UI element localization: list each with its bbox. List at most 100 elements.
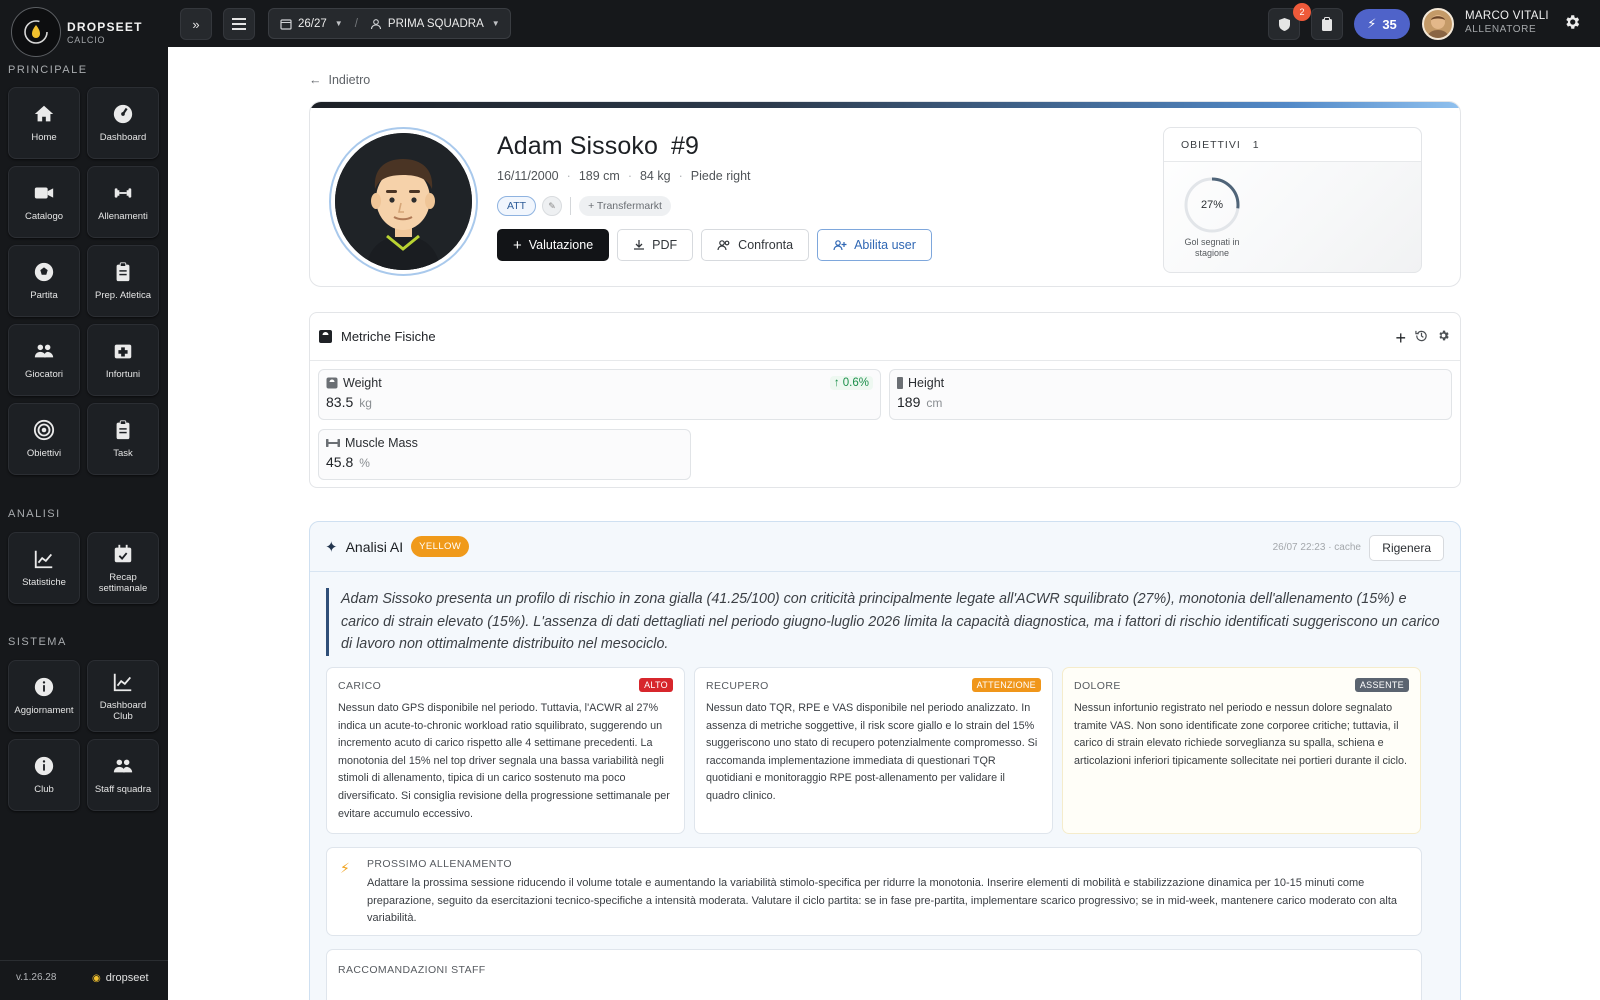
dumbbell-icon — [114, 188, 132, 198]
sidebar-item-giocatori[interactable]: Giocatori — [8, 324, 80, 396]
dashboard-icon — [113, 104, 133, 124]
sidebar-item-prep-atletica[interactable]: Prep. Atletica — [87, 245, 159, 317]
metric-muscle-mass[interactable]: Muscle Mass 45.8% — [318, 429, 691, 480]
expand-sidebar-button[interactable]: » — [180, 8, 212, 40]
sidebar-item-dashboard[interactable]: Dashboard — [87, 87, 159, 159]
profile-accent-bar — [310, 102, 1460, 108]
next-training-title: PROSSIMO ALLENAMENTO — [367, 858, 512, 870]
history-icon[interactable] — [1415, 329, 1428, 347]
confronta-button[interactable]: Confronta — [701, 229, 810, 261]
sidebar-item-infortuni[interactable]: Infortuni — [87, 324, 159, 396]
sidebar-item-label: Partita — [30, 290, 58, 301]
pdf-button[interactable]: PDF — [617, 229, 694, 261]
confronta-label: Confronta — [738, 238, 794, 252]
calendar-check-icon — [114, 544, 132, 562]
download-icon — [634, 240, 645, 250]
abilita-user-button[interactable]: Abilita user — [817, 229, 932, 261]
home-icon — [34, 105, 54, 122]
sidebar-item-recap-settimanale[interactable]: Recap settimanale — [87, 532, 159, 604]
player-actions: + Valutazione PDF Confronta Abilita user — [497, 229, 932, 261]
sidebar-item-statistiche[interactable]: Statistiche — [8, 532, 80, 604]
section-title-principale: PRINCIPALE — [8, 64, 88, 76]
chevron-down-icon: ▼ — [491, 19, 500, 28]
nav-group-sistema: Aggiornament Dashboard Club Club Staff s… — [8, 660, 159, 811]
valutazione-button[interactable]: + Valutazione — [497, 229, 610, 261]
metric-unit: cm — [926, 396, 943, 410]
sparkle-icon: ✦ — [325, 538, 338, 556]
metric-delta-value: 0.6% — [842, 377, 869, 389]
credits-count: 35 — [1382, 16, 1397, 32]
users-icon — [717, 240, 730, 251]
ai-box-text: Nessun dato GPS disponibile nel periodo.… — [338, 702, 670, 820]
metric-delta: ↑ 0.6% — [829, 376, 873, 390]
sidebar-item-task[interactable]: Task — [87, 403, 159, 475]
player-height: 189 cm — [578, 169, 620, 183]
menu-button[interactable] — [223, 8, 255, 40]
season-label: 26/27 — [298, 17, 327, 30]
staff-recommendations-box: RACCOMANDAZIONI STAFF — [326, 949, 1422, 1000]
sidebar-item-label: Statistiche — [22, 577, 66, 588]
info-icon — [34, 677, 54, 697]
objectives-card[interactable]: OBIETTIVI 1 27% Gol segnati in stagione — [1163, 127, 1422, 273]
metric-height[interactable]: Height 189 cm — [889, 369, 1452, 420]
metrics-actions: + — [1395, 329, 1450, 347]
sidebar-item-aggiornamenti[interactable]: Aggiornament — [8, 660, 80, 732]
medkit-icon — [114, 344, 132, 359]
sidebar-item-catalogo[interactable]: Catalogo — [8, 166, 80, 238]
ai-box-text: Nessun dato TQR, RPE e VAS disponibile n… — [706, 702, 1038, 802]
credits-badge[interactable]: ⚡ 35 — [1354, 9, 1410, 39]
metric-value: 45.8 — [326, 454, 354, 470]
sidebar-divider — [0, 960, 168, 961]
chart-icon — [113, 673, 132, 691]
main-content: ← Indietro Adam Sissoko #9 16/11/2000 · … — [168, 47, 1600, 1000]
settings-button[interactable] — [1563, 13, 1581, 36]
sidebar-item-allenamenti[interactable]: Allenamenti — [87, 166, 159, 238]
brand-name: DROPSEET — [67, 19, 143, 34]
sidebar-item-partita[interactable]: Partita — [8, 245, 80, 317]
transfermarkt-button[interactable]: + Transfermarkt — [579, 196, 671, 216]
sidebar-item-label: Home — [31, 132, 57, 143]
role-tag[interactable]: ATT — [497, 196, 537, 216]
sidebar-item-label: Catalogo — [24, 211, 64, 222]
brand[interactable]: DROPSEET CALCIO — [11, 7, 143, 57]
metric-value: 189 — [897, 394, 921, 410]
avatar[interactable] — [1422, 8, 1454, 40]
regenerate-button[interactable]: Rigenera — [1369, 535, 1444, 561]
calendar-icon — [280, 18, 292, 30]
gear-icon[interactable] — [1437, 329, 1450, 347]
user-plus-icon — [833, 240, 847, 251]
edit-role-button[interactable]: ✎ — [542, 196, 563, 216]
brand-logo — [11, 7, 61, 57]
notification-badge: 2 — [1293, 3, 1311, 21]
pencil-icon: ✎ — [548, 200, 556, 211]
lightning-icon: ⚡ — [1367, 16, 1377, 31]
ai-box-title: CARICO — [338, 680, 382, 692]
sidebar-item-label: Giocatori — [24, 369, 63, 380]
sidebar-item-staff-squadra[interactable]: Staff squadra — [87, 739, 159, 811]
metric-label: Muscle Mass — [345, 436, 418, 450]
sidebar-item-obiettivi[interactable]: Obiettivi — [8, 403, 80, 475]
plus-icon: + — [513, 236, 522, 254]
player-birthdate: 16/11/2000 — [497, 169, 559, 183]
sidebar-item-club[interactable]: Club — [8, 739, 80, 811]
chart-icon — [34, 550, 53, 569]
ai-box-recupero: RECUPERO ATTENZIONE Nessun dato TQR, RPE… — [694, 667, 1053, 834]
metric-weight[interactable]: Weight 83.5 kg ↑ 0.6% — [318, 369, 881, 420]
expand-label: » — [192, 16, 200, 32]
footer-brand[interactable]: ◉ dropseet — [92, 972, 149, 984]
sidebar-item-label: Dashboard — [99, 132, 147, 143]
tasks-button[interactable] — [1311, 8, 1343, 40]
gear-icon — [1566, 15, 1580, 29]
metric-label-row: Height — [897, 376, 1444, 390]
section-title-analisi: ANALISI — [8, 508, 61, 520]
objectives-header: OBIETTIVI 1 — [1164, 128, 1421, 162]
users-icon — [34, 344, 54, 358]
ruler-icon — [897, 377, 903, 389]
sidebar-item-home[interactable]: Home — [8, 87, 80, 159]
metric-value-row: 83.5 kg — [326, 394, 873, 410]
sidebar-item-dashboard-club[interactable]: Dashboard Club — [87, 660, 159, 732]
back-link[interactable]: ← Indietro — [309, 73, 370, 87]
context-selector[interactable]: 26/27 ▼ / PRIMA SQUADRA ▼ — [268, 8, 511, 39]
add-metric-button[interactable]: + — [1395, 329, 1406, 347]
ai-box-badge: ALTO — [639, 678, 673, 692]
